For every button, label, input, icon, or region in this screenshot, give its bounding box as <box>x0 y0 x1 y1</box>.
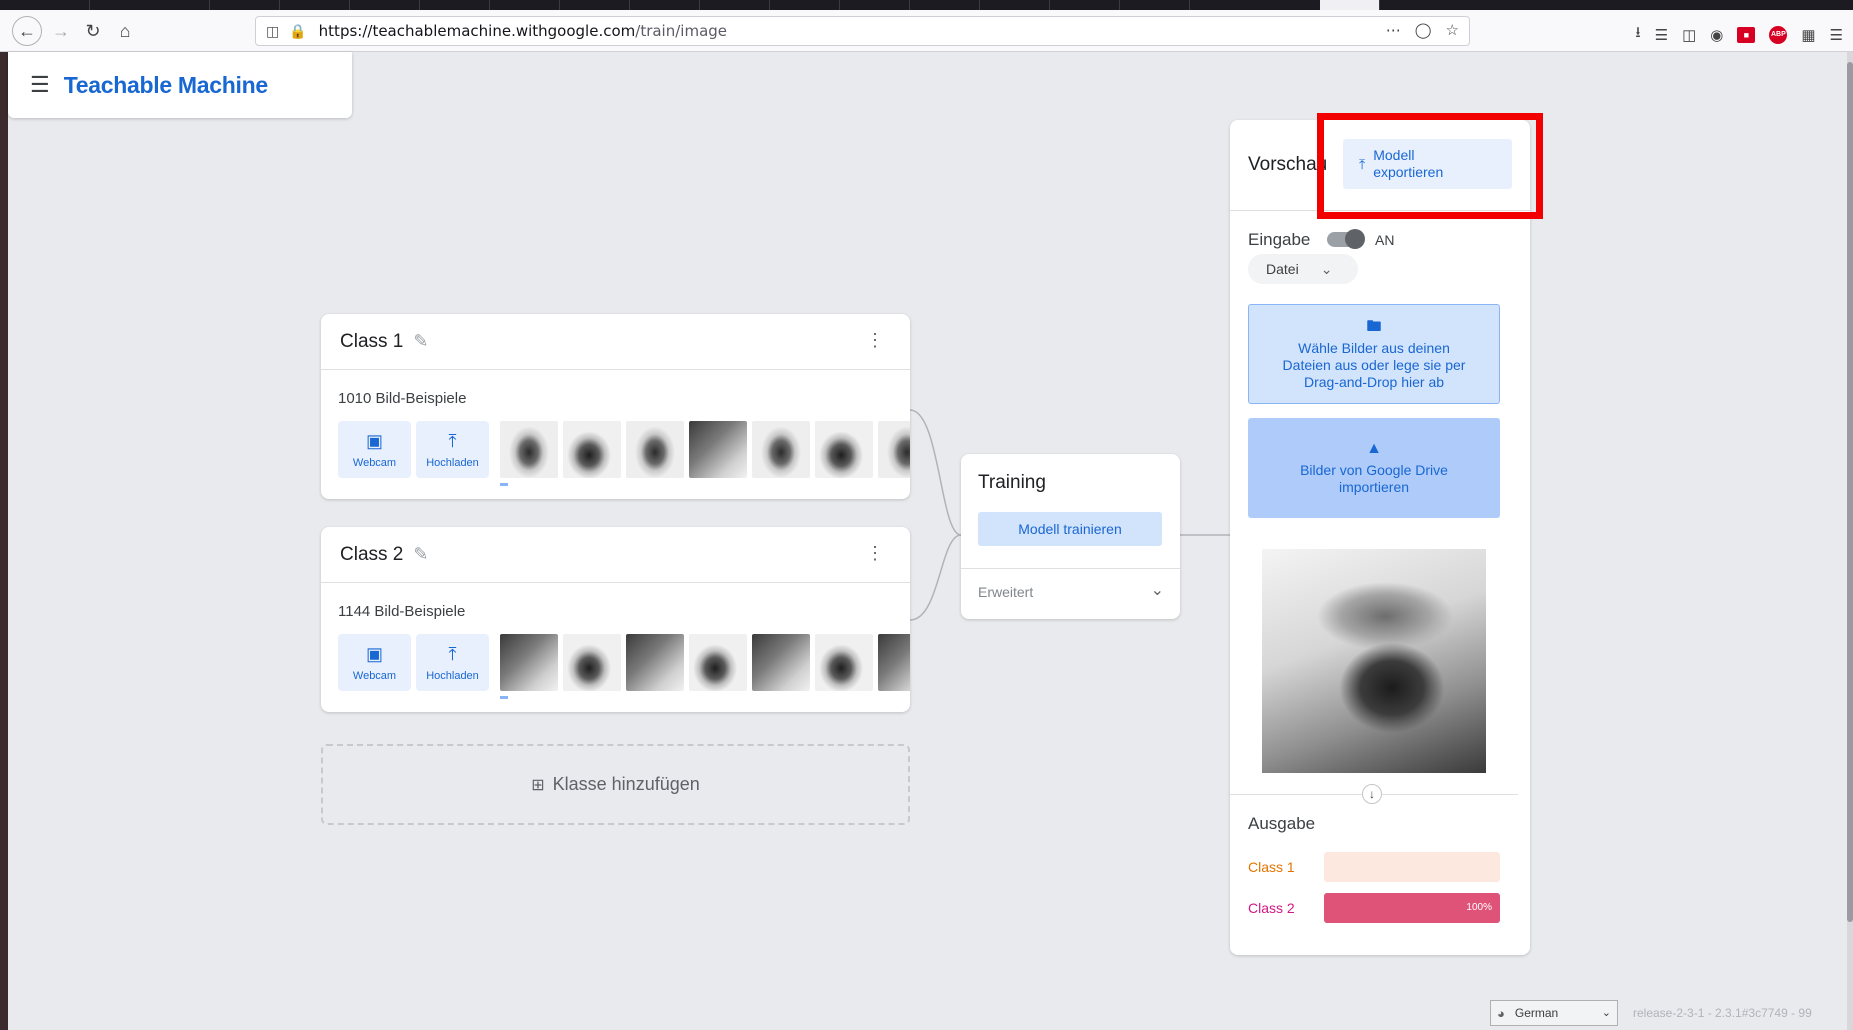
thumbnail-scroll-indicator[interactable] <box>500 483 508 486</box>
video-camera-icon: ▣ <box>365 430 383 451</box>
chevron-down-icon: ⌄ <box>1601 1007 1611 1019</box>
class-header: Class 2 ✎ ⋮ <box>321 527 910 583</box>
video-camera-icon: ▣ <box>365 643 383 664</box>
chevron-down-icon[interactable]: ⌄ <box>1151 580 1164 600</box>
output-row-class-2: Class 2 100% <box>1248 893 1500 923</box>
sample-image[interactable] <box>878 634 910 691</box>
add-box-icon: ⊞ <box>531 776 545 794</box>
sample-image[interactable] <box>563 421 621 478</box>
train-model-button[interactable]: Modell trainieren <box>978 512 1162 546</box>
edit-pencil-icon[interactable]: ✎ <box>413 544 428 565</box>
upload-icon: ⤒ <box>448 643 457 664</box>
highlight-box <box>1317 113 1543 219</box>
upload-button[interactable]: ⤒ Hochladen <box>416 634 489 691</box>
more-options-icon[interactable]: ⋮ <box>866 543 884 564</box>
webcam-button[interactable]: ▣ Webcam <box>338 634 411 691</box>
advanced-toggle[interactable]: Erweitert <box>978 584 1033 600</box>
arrow-down-icon: ↓ <box>1362 784 1382 804</box>
google-drive-import-button[interactable]: ▲ Bilder von Google Drive importieren <box>1248 418 1500 518</box>
upload-label: Hochladen <box>426 456 479 469</box>
output-class-name: Class 2 <box>1248 900 1295 916</box>
output-class-name: Class 1 <box>1248 859 1295 875</box>
upload-button[interactable]: ⤒ Hochladen <box>416 421 489 478</box>
sample-image[interactable] <box>878 421 910 478</box>
sample-image[interactable] <box>500 634 558 691</box>
edit-pencil-icon[interactable]: ✎ <box>413 331 428 352</box>
thumbnail-scroll-indicator[interactable] <box>500 696 508 699</box>
preview-image <box>1262 549 1486 773</box>
class-card-2: Class 2 ✎ ⋮ 1144 Bild-Beispiele ▣ Webcam… <box>321 527 910 712</box>
language-select[interactable]: ◕ German ⌄ <box>1490 1000 1618 1026</box>
preview-panel: Vorschau ⤒ Modell exportieren Eingabe AN… <box>1230 120 1530 955</box>
preview-title: Vorschau <box>1248 154 1328 175</box>
sample-image[interactable] <box>752 421 810 478</box>
input-source-select[interactable]: Datei ⌄ <box>1248 254 1358 284</box>
file-drop-zone[interactable]: 🖿 Wähle Bilder aus deinen Dateien aus od… <box>1248 304 1500 404</box>
add-class-button[interactable]: ⊞ Klasse hinzufügen <box>321 744 910 825</box>
class-header: Class 1 ✎ ⋮ <box>321 314 910 370</box>
upload-label: Hochladen <box>426 669 479 682</box>
output-row-class-1: Class 1 <box>1248 852 1500 882</box>
sample-count: 1144 Bild-Beispiele <box>338 603 466 620</box>
folder-plus-icon: 🖿 <box>1366 317 1382 335</box>
webcam-label: Webcam <box>352 669 397 682</box>
sample-image[interactable] <box>500 421 558 478</box>
google-drive-icon: ▲ <box>1366 440 1382 457</box>
training-title: Training <box>978 472 1046 493</box>
webcam-label: Webcam <box>352 456 397 469</box>
sample-image[interactable] <box>563 634 621 691</box>
confidence-bar: 100% <box>1324 893 1500 923</box>
webcam-button[interactable]: ▣ Webcam <box>338 421 411 478</box>
sample-image[interactable] <box>752 634 810 691</box>
input-label: Eingabe <box>1248 230 1311 249</box>
globe-icon: ◕ <box>1497 1005 1505 1021</box>
chevron-down-icon: ⌄ <box>1320 260 1333 277</box>
drive-import-text: Bilder von Google Drive importieren <box>1300 462 1448 495</box>
class-card-1: Class 1 ✎ ⋮ 1010 Bild-Beispiele ▣ Webcam… <box>321 314 910 499</box>
class-name[interactable]: Class 2 <box>340 544 403 566</box>
confidence-percent: 100% <box>1466 902 1492 913</box>
drop-zone-text: Wähle Bilder aus deinen Dateien aus oder… <box>1282 339 1466 390</box>
training-card: Training Modell trainieren Erweitert ⌄ <box>961 454 1180 619</box>
confidence-bar <box>1324 852 1500 882</box>
sample-image[interactable] <box>689 421 747 478</box>
input-source-value: Datei <box>1266 261 1299 277</box>
sample-image[interactable] <box>815 421 873 478</box>
sample-image[interactable] <box>626 634 684 691</box>
sample-image[interactable] <box>815 634 873 691</box>
divider <box>961 568 1180 569</box>
sample-count: 1010 Bild-Beispiele <box>338 390 467 407</box>
sample-thumbnails[interactable] <box>500 634 910 691</box>
sample-thumbnails[interactable] <box>500 421 910 478</box>
class-name[interactable]: Class 1 <box>340 331 403 353</box>
toggle-knob[interactable] <box>1345 229 1365 249</box>
sample-image[interactable] <box>689 634 747 691</box>
input-toggle[interactable] <box>1327 229 1365 249</box>
connector-lines <box>909 409 1230 621</box>
release-version: release-2-3-1 - 2.3.1#3c7749 - 99 <box>1633 1006 1812 1020</box>
more-options-icon[interactable]: ⋮ <box>866 330 884 351</box>
language-value: German <box>1514 1006 1559 1020</box>
sample-image[interactable] <box>626 421 684 478</box>
upload-icon: ⤒ <box>448 430 457 451</box>
output-label: Ausgabe <box>1248 814 1316 833</box>
toggle-state: AN <box>1375 232 1395 248</box>
add-class-label: Klasse hinzufügen <box>552 774 700 794</box>
